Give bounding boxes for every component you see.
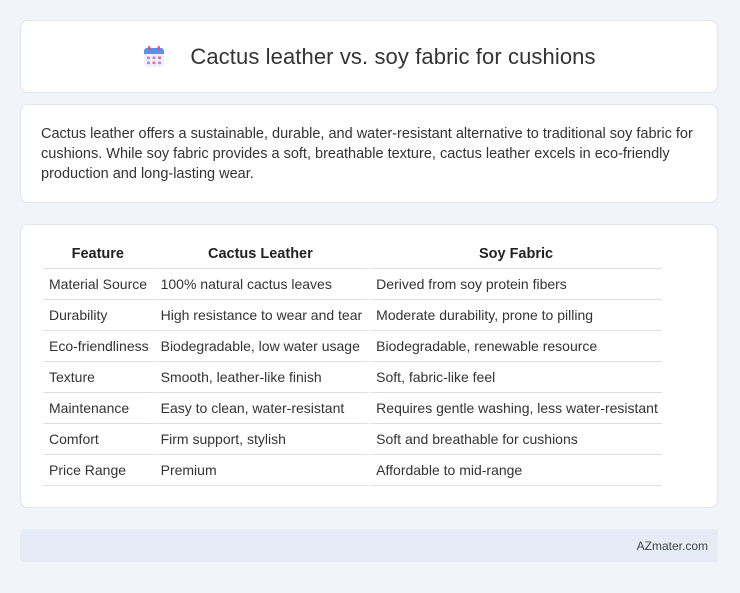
comparison-card: Feature Cactus Leather Soy Fabric Materi… [20,224,718,508]
table-row: Durability High resistance to wear and t… [43,300,662,331]
footer-site-link[interactable]: AZmater.com [637,539,708,553]
table-cell-feature: Durability [43,300,155,331]
table-row: Eco-friendliness Biodegradable, low wate… [43,331,662,362]
column-header-feature: Feature [43,246,155,269]
table-cell-feature: Texture [43,362,155,393]
table-cell-soy-fabric: Moderate durability, prone to pilling [370,300,662,331]
table-cell-soy-fabric: Affordable to mid-range [370,455,662,486]
table-cell-cactus-leather: Easy to clean, water-resistant [154,393,371,424]
table-row: Texture Smooth, leather-like finish Soft… [43,362,662,393]
footer-bar: AZmater.com [20,529,718,562]
table-row: Comfort Firm support, stylish Soft and b… [43,424,662,455]
table-cell-soy-fabric: Soft, fabric-like feel [370,362,662,393]
table-cell-feature: Eco-friendliness [43,331,155,362]
table-cell-feature: Maintenance [43,393,155,424]
table-row: Material Source 100% natural cactus leav… [43,269,662,300]
column-header-soy-fabric: Soy Fabric [370,246,662,269]
table-cell-soy-fabric: Derived from soy protein fibers [370,269,662,300]
table-cell-cactus-leather: High resistance to wear and tear [154,300,371,331]
title-row: Cactus leather vs. soy fabric for cushio… [142,43,596,70]
table-cell-cactus-leather: Premium [154,455,371,486]
calendar-icon [142,45,166,69]
table-header-row: Feature Cactus Leather Soy Fabric [43,246,662,269]
table-cell-soy-fabric: Biodegradable, renewable resource [370,331,662,362]
table-cell-soy-fabric: Soft and breathable for cushions [370,424,662,455]
table-cell-cactus-leather: Biodegradable, low water usage [154,331,371,362]
column-header-cactus-leather: Cactus Leather [154,246,371,269]
comparison-table: Feature Cactus Leather Soy Fabric Materi… [43,246,662,486]
intro-paragraph: Cactus leather offers a sustainable, dur… [41,126,693,182]
title-card: Cactus leather vs. soy fabric for cushio… [20,20,718,93]
table-cell-soy-fabric: Requires gentle washing, less water-resi… [370,393,662,424]
table-cell-feature: Price Range [43,455,155,486]
table-cell-feature: Material Source [43,269,155,300]
table-row: Maintenance Easy to clean, water-resista… [43,393,662,424]
page-title: Cactus leather vs. soy fabric for cushio… [190,43,596,69]
table-cell-cactus-leather: 100% natural cactus leaves [154,269,371,300]
intro-card: Cactus leather offers a sustainable, dur… [20,104,718,203]
table-row: Price Range Premium Affordable to mid-ra… [43,455,662,486]
table-cell-feature: Comfort [43,424,155,455]
table-cell-cactus-leather: Smooth, leather-like finish [154,362,371,393]
table-cell-cactus-leather: Firm support, stylish [154,424,371,455]
